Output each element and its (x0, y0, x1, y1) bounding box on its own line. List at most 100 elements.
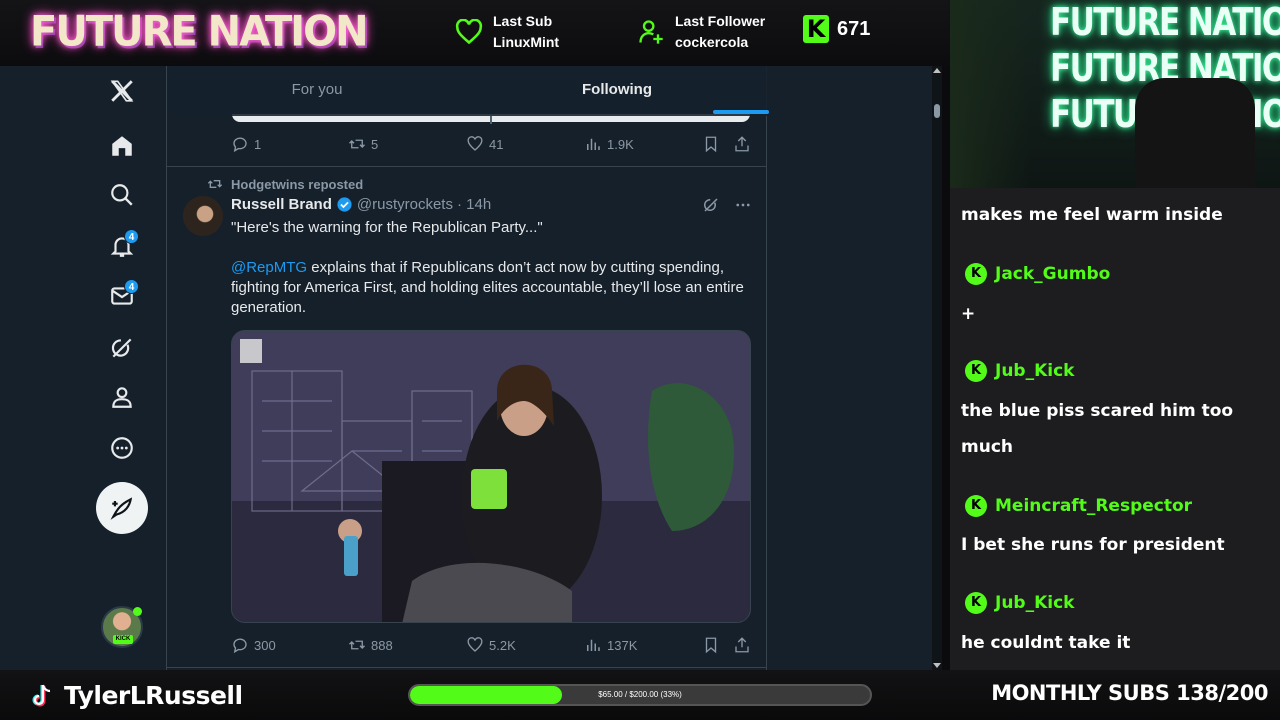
share-button[interactable] (733, 636, 751, 654)
views-button[interactable]: 137K (584, 636, 702, 654)
bookmark-button[interactable] (702, 135, 733, 153)
reply-button[interactable]: 300 (231, 636, 348, 654)
views-icon (587, 639, 600, 651)
mail-icon[interactable]: 4 (105, 279, 139, 313)
twitter-sidebar: 4 4 KICK (0, 66, 166, 670)
like-icon (467, 637, 483, 652)
tab-following[interactable]: Following (467, 66, 769, 116)
tweet-body-text: explains that if Republicans don’t act n… (231, 259, 744, 316)
chat-username-label: Jub_Kick (995, 593, 1075, 613)
thread-line (490, 116, 492, 124)
twitter-window: 4 4 KICK For you Following 1 5 41 1.9K H… (0, 66, 942, 670)
views-button[interactable]: 1.9K (584, 135, 702, 153)
author-handle[interactable]: @rustyrockets (357, 196, 453, 213)
mention-link[interactable]: @RepMTG (231, 259, 307, 276)
stream-chat: makes me feel warm inside K Jack_Gumbo +… (950, 188, 1280, 670)
webcam-feed: FUTURE NATION FUTURE NATION FUTURE NATIO… (950, 0, 1280, 188)
view-count: 1.9K (607, 136, 634, 152)
chat-message-text: the blue piss scared him too (961, 401, 1234, 421)
repost-count: 888 (371, 637, 393, 653)
add-user-icon (639, 20, 663, 44)
scroll-down-arrow[interactable] (933, 663, 941, 668)
scroll-up-arrow[interactable] (933, 68, 941, 73)
repost-button[interactable]: 888 (348, 636, 466, 654)
tab-following-label: Following (582, 81, 652, 98)
timeline-tabs: For you Following (167, 66, 769, 116)
chair-silhouette (1135, 78, 1255, 188)
bookmark-icon (705, 637, 717, 654)
kick-badge-icon: K (965, 263, 987, 285)
share-icon (735, 136, 749, 152)
home-icon[interactable] (105, 129, 139, 163)
grok-icon[interactable] (105, 331, 139, 365)
tweet-divider (167, 166, 767, 167)
active-tab-indicator (713, 110, 769, 114)
feather-icon (110, 497, 133, 520)
author-avatar[interactable] (183, 196, 223, 236)
author-name[interactable]: Russell Brand (231, 196, 332, 213)
tab-for-you[interactable]: For you (167, 66, 467, 116)
x-logo-icon[interactable] (105, 74, 139, 108)
last-follower-name: cockercola (675, 34, 749, 50)
more-icon[interactable] (105, 431, 139, 465)
scrollbar-thumb[interactable] (934, 104, 940, 118)
monthly-subs-counter: MONTHLY SUBS 138/200 (991, 681, 1268, 705)
like-button[interactable]: 5.2K (466, 636, 584, 654)
views-icon (587, 138, 600, 150)
last-sub-widget: Last Sub LinuxMint (455, 11, 559, 53)
last-follower-label: Last Follower (675, 13, 766, 29)
search-icon[interactable] (105, 178, 139, 212)
tweet-actions: 300 888 5.2K 137K (231, 633, 753, 657)
chat-username[interactable]: K Jub_Kick (965, 360, 1074, 382)
reply-count: 300 (254, 637, 276, 653)
kick-badge-icon: K (965, 592, 987, 614)
viewer-count-widget: K 671 (803, 15, 870, 43)
streamer-tag: TylerLRussell (30, 681, 243, 710)
timeline: For you Following 1 5 41 1.9K Hodgetwins… (166, 66, 769, 670)
notifications-bell-icon[interactable]: 4 (105, 229, 139, 263)
like-icon (467, 136, 483, 151)
donation-goal-bar: $65.00 / $200.00 (33%) (408, 684, 872, 706)
repost-count: 5 (371, 136, 379, 152)
repost-indicator: Hodgetwins reposted (207, 176, 363, 192)
tweet-text: "Here's the warning for the Republican P… (231, 218, 751, 338)
reply-icon (233, 638, 247, 654)
messages-badge: 4 (124, 279, 139, 294)
tweet-header: Russell Brand @rustyrockets · 14h (231, 196, 491, 213)
verified-badge-icon (337, 197, 352, 212)
grok-icon[interactable] (702, 196, 720, 214)
chat-username[interactable]: K Jub_Kick (965, 592, 1074, 614)
compose-post-button[interactable] (96, 482, 148, 534)
previous-tweet-actions: 1 5 41 1.9K (231, 132, 753, 156)
chat-message-text: + (961, 304, 976, 324)
chat-username[interactable]: K Jack_Gumbo (965, 263, 1110, 285)
like-button[interactable]: 41 (466, 135, 584, 153)
repost-button[interactable]: 5 (348, 135, 466, 153)
chat-username-label: Meincraft_Respector (995, 496, 1193, 516)
kick-badge-icon: K (965, 495, 987, 517)
more-options-icon[interactable] (734, 196, 752, 214)
chat-username[interactable]: K Meincraft_Respector (965, 495, 1192, 517)
neon-sign-line: FUTURE NATION (1050, 0, 1280, 44)
account-avatar[interactable]: KICK (101, 606, 143, 648)
repost-icon (349, 640, 365, 650)
share-icon (735, 637, 749, 653)
share-button[interactable] (733, 135, 751, 153)
tweet-text-body: @RepMTG explains that if Republicans don… (231, 258, 751, 318)
last-sub-label: Last Sub (493, 13, 553, 29)
plant-shadow (950, 0, 1030, 188)
video-thumbnail (232, 331, 750, 622)
chat-message-text: I bet she runs for president (961, 535, 1225, 555)
chat-message-text: makes me feel warm inside (961, 205, 1223, 225)
like-count: 5.2K (489, 637, 516, 653)
tab-for-you-label: For you (291, 81, 343, 98)
notifications-badge: 4 (124, 229, 139, 244)
bookmark-button[interactable] (702, 636, 733, 654)
page-scrollbar[interactable] (932, 66, 942, 670)
tweet-time[interactable]: · 14h (457, 196, 491, 213)
profile-icon[interactable] (105, 380, 139, 414)
reply-button[interactable]: 1 (231, 135, 348, 153)
reply-icon (233, 137, 247, 153)
tweet-header-actions (702, 196, 752, 214)
tweet-video[interactable] (231, 330, 751, 623)
